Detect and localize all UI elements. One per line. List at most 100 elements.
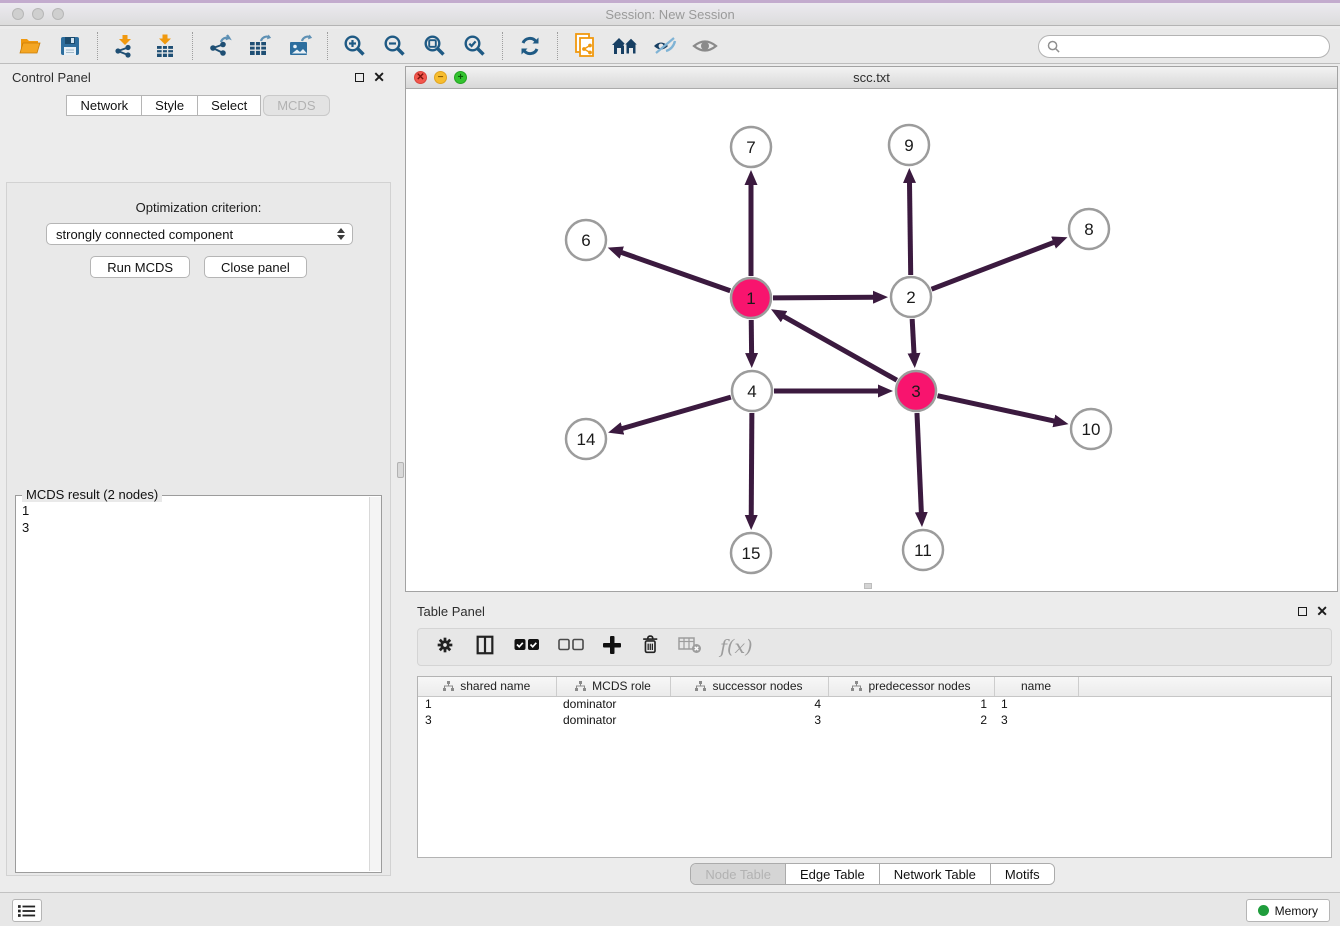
node-table: shared name MCDS role successor nodes pr… bbox=[417, 676, 1332, 858]
control-panel-title: Control Panel bbox=[12, 70, 91, 85]
toolbar-separator bbox=[327, 32, 328, 60]
graph-edge-3-10[interactable] bbox=[937, 396, 1054, 421]
dropdown-stepper-icon bbox=[337, 228, 345, 240]
control-panel: Control Panel ✕ Network Style Select MCD… bbox=[0, 64, 397, 892]
save-session-icon[interactable] bbox=[54, 31, 86, 61]
close-panel-button[interactable]: Close panel bbox=[204, 256, 307, 278]
graph-edge-2-9[interactable] bbox=[909, 182, 910, 275]
table-toolbar: f(x) bbox=[417, 628, 1332, 666]
minimize-network-icon[interactable]: − bbox=[434, 71, 447, 84]
tab-mcds[interactable]: MCDS bbox=[263, 95, 329, 116]
tab-edge-table[interactable]: Edge Table bbox=[785, 864, 879, 884]
column-header-shared-name[interactable]: shared name bbox=[418, 677, 556, 696]
import-network-from-file-icon[interactable] bbox=[109, 31, 141, 61]
main-toolbar bbox=[0, 29, 1340, 64]
graph-edge-1-6[interactable] bbox=[621, 252, 730, 290]
column-header-successor-nodes[interactable]: successor nodes bbox=[670, 677, 828, 696]
close-panel-icon[interactable]: ✕ bbox=[373, 72, 385, 82]
home-icon[interactable] bbox=[609, 31, 641, 61]
tab-network[interactable]: Network bbox=[66, 95, 142, 116]
control-panel-tabs: Network Style Select MCDS bbox=[0, 95, 397, 116]
search-input[interactable] bbox=[1065, 39, 1321, 54]
table-panel-title: Table Panel bbox=[417, 604, 485, 619]
hide-glasses-icon[interactable] bbox=[649, 31, 681, 61]
float-table-panel-icon[interactable] bbox=[1298, 607, 1307, 616]
column-header-predecessor-nodes[interactable]: predecessor nodes bbox=[828, 677, 994, 696]
tab-node-table[interactable]: Node Table bbox=[691, 864, 785, 884]
graph-edge-2-3[interactable] bbox=[912, 319, 914, 354]
memory-label: Memory bbox=[1275, 904, 1318, 918]
graph-edge-4-14[interactable] bbox=[622, 397, 731, 429]
show-columns-icon[interactable] bbox=[474, 634, 496, 661]
export-image-icon[interactable] bbox=[284, 31, 316, 61]
zoom-selected-icon[interactable] bbox=[459, 31, 491, 61]
tab-style[interactable]: Style bbox=[141, 95, 198, 116]
network-from-file-icon[interactable] bbox=[569, 31, 601, 61]
toolbar-separator bbox=[97, 32, 98, 60]
column-type-icon bbox=[695, 681, 706, 692]
toolbar-separator bbox=[192, 32, 193, 60]
table-row[interactable]: 3dominator323 bbox=[418, 712, 1331, 728]
search-box[interactable] bbox=[1038, 35, 1330, 58]
graph-edge-2-8[interactable] bbox=[932, 242, 1055, 289]
mcds-result-item: 1 bbox=[22, 502, 29, 519]
column-header-name[interactable]: name bbox=[994, 677, 1078, 696]
graph-node-label: 7 bbox=[746, 138, 755, 157]
graph-edge-3-11[interactable] bbox=[917, 413, 921, 513]
tab-network-table[interactable]: Network Table bbox=[879, 864, 990, 884]
float-panel-icon[interactable] bbox=[355, 73, 364, 82]
network-resize-grip[interactable] bbox=[864, 583, 872, 589]
graph-node-label: 1 bbox=[746, 289, 755, 308]
optimization-criterion-dropdown[interactable]: strongly connected component bbox=[46, 223, 353, 245]
export-table-icon[interactable] bbox=[244, 31, 276, 61]
tab-select[interactable]: Select bbox=[197, 95, 261, 116]
show-eye-icon[interactable] bbox=[689, 31, 721, 61]
tab-motifs[interactable]: Motifs bbox=[990, 864, 1054, 884]
network-window-titlebar[interactable]: ✕ − + scc.txt bbox=[406, 67, 1337, 89]
zoom-out-icon[interactable] bbox=[379, 31, 411, 61]
network-view-window: ✕ − + scc.txt 1234678910111415 bbox=[405, 66, 1338, 592]
zoom-fit-icon[interactable] bbox=[419, 31, 451, 61]
export-network-icon[interactable] bbox=[204, 31, 236, 61]
optimization-criterion-label: Optimization criterion: bbox=[7, 200, 390, 215]
table-row[interactable]: 1dominator411 bbox=[418, 696, 1331, 712]
refresh-network-icon[interactable] bbox=[514, 31, 546, 61]
dropdown-value: strongly connected component bbox=[56, 227, 233, 242]
memory-button[interactable]: Memory bbox=[1246, 899, 1330, 922]
application-window: Session: New Session bbox=[0, 0, 1340, 926]
zoom-in-icon[interactable] bbox=[339, 31, 371, 61]
list-icon bbox=[18, 904, 36, 918]
result-scrollbar[interactable] bbox=[369, 497, 381, 871]
column-type-icon bbox=[575, 681, 586, 692]
window-titlebar: Session: New Session bbox=[0, 0, 1340, 26]
table-settings-gear-icon[interactable] bbox=[434, 634, 456, 661]
close-table-panel-icon[interactable]: ✕ bbox=[1316, 606, 1328, 616]
delete-column-icon[interactable] bbox=[640, 634, 660, 661]
graph-edge-1-2[interactable] bbox=[773, 297, 874, 298]
create-column-icon[interactable] bbox=[602, 635, 622, 660]
node-table-body: 1dominator4113dominator323 bbox=[418, 696, 1331, 728]
mcds-panel: Optimization criterion: strongly connect… bbox=[6, 182, 391, 876]
mcds-result-item: 3 bbox=[22, 519, 29, 536]
session-title: Session: New Session bbox=[0, 7, 1340, 22]
split-pane-grip[interactable] bbox=[397, 462, 404, 478]
graph-node-label: 6 bbox=[581, 231, 590, 250]
network-graph[interactable]: 1234678910111415 bbox=[406, 89, 1337, 591]
open-session-icon[interactable] bbox=[14, 31, 46, 61]
graph-edge-3-1[interactable] bbox=[783, 316, 897, 380]
close-network-icon[interactable]: ✕ bbox=[414, 71, 427, 84]
graph-edge-4-15[interactable] bbox=[751, 413, 752, 516]
column-type-icon bbox=[851, 681, 862, 692]
select-all-columns-icon[interactable] bbox=[514, 638, 540, 657]
column-header-mcds-role[interactable]: MCDS role bbox=[556, 677, 670, 696]
maximize-network-icon[interactable]: + bbox=[454, 71, 467, 84]
graph-node-label: 3 bbox=[911, 382, 920, 401]
table-tabs: Node Table Edge Table Network Table Moti… bbox=[405, 863, 1340, 885]
mcds-result-box: MCDS result (2 nodes) 1 3 bbox=[15, 495, 382, 873]
status-bar: Memory bbox=[0, 892, 1340, 926]
show-panels-list-button[interactable] bbox=[12, 899, 42, 922]
deselect-all-columns-icon[interactable] bbox=[558, 638, 584, 657]
table-panel: Table Panel ✕ bbox=[405, 600, 1340, 888]
run-mcds-button[interactable]: Run MCDS bbox=[90, 256, 190, 278]
import-table-from-file-icon[interactable] bbox=[149, 31, 181, 61]
